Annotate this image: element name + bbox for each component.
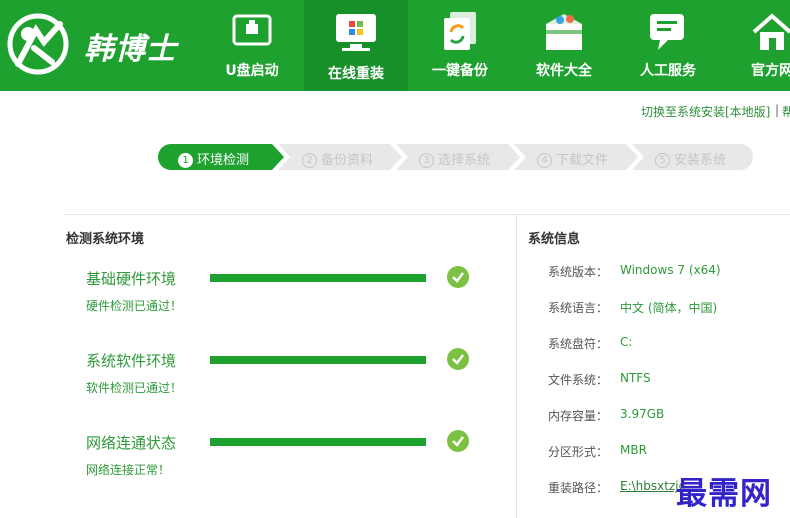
nav-backup[interactable]: 一键备份 [408,0,512,91]
chat-service-icon [650,14,684,50]
usb-drive-icon [232,14,272,46]
step-label: 安装系统 [674,153,727,168]
step-number: 2 [302,153,317,168]
step-number: 3 [419,153,434,168]
check-ok-icon [447,266,469,288]
step-1: 1 环境检测 [178,149,249,168]
info-value-memory: 3.97GB [620,407,665,421]
check-ok-icon [447,430,469,452]
software-box-icon [546,14,582,50]
step-number: 5 [655,153,670,168]
step-4: 4 下载文件 [537,149,608,168]
check-software-name: 系统软件环境 [86,352,177,370]
step-label: 备份资料 [321,153,374,168]
info-value-filesystem: NTFS [620,371,651,385]
progress-fill [210,356,426,364]
check-ok-icon [447,348,469,370]
app-name: 韩博士 [84,32,177,67]
step-5: 5 安装系统 [655,149,726,168]
nav-label: 官方网 [751,63,790,79]
nav-label: 在线重装 [328,66,384,82]
info-label: 分区形式： [548,445,609,459]
info-label: 系统版本： [548,265,609,279]
check-hardware-name: 基础硬件环境 [86,270,177,288]
nav-online-reinstall[interactable]: 在线重装 [304,0,408,91]
info-label: 重装路径： [548,481,609,495]
step-2: 2 备份资料 [302,149,373,168]
nav-label: 人工服务 [640,63,696,79]
switch-local-version-link[interactable]: 切换至系统安装[本地版] [641,103,770,120]
top-navigation-bar: 韩博士 U盘启动 在线重装 一键备份 软件大全 人工服务 官方网 [0,0,790,91]
check-network-status: 网络连接正常！ [86,463,171,477]
nav-official-site[interactable]: 官方网 [720,0,790,91]
check-hardware-status: 硬件检测已通过！ [86,299,183,313]
step-label: 下载文件 [556,153,609,168]
step-label: 环境检测 [197,153,250,168]
info-value-language: 中文 (简体，中国) [620,301,718,315]
progress-fill [210,438,426,446]
nav-label: U盘启动 [225,63,279,79]
step-label: 选择系统 [438,153,491,168]
help-link[interactable]: 帮 [782,103,790,120]
progress-steps: 1 环境检测 2 备份资料 3 选择系统 4 下载文件 5 安装系统 [158,144,758,170]
check-network-name: 网络连通状态 [86,434,177,452]
content-divider [64,214,790,215]
windows-monitor-icon [336,14,376,51]
nav-service[interactable]: 人工服务 [616,0,720,91]
info-value-os-version: Windows 7 (x64) [620,263,721,277]
panel-divider [516,214,517,518]
info-value-partition: MBR [620,443,647,457]
check-software-status: 软件检测已通过！ [86,381,183,395]
info-label: 系统语言： [548,301,609,315]
check-software-progress [210,356,426,364]
home-icon [752,13,790,50]
nav-label: 软件大全 [536,63,592,79]
watermark: 最需网 [676,476,772,512]
check-network-progress [210,438,426,446]
info-value-system-drive: C: [620,335,633,349]
link-separator: | [775,103,780,117]
progress-fill [210,274,426,282]
check-hardware-progress [210,274,426,282]
nav-usb-boot[interactable]: U盘启动 [200,0,304,91]
info-label: 文件系统： [548,373,609,387]
nav-software[interactable]: 软件大全 [512,0,616,91]
app-logo: 韩博士 [0,8,210,80]
step-3: 3 选择系统 [419,149,490,168]
sysinfo-panel-title: 系统信息 [528,232,581,247]
detect-panel-title: 检测系统环境 [66,232,145,247]
logo-mark-icon [7,13,69,75]
nav-label: 一键备份 [432,63,488,79]
info-label: 系统盘符： [548,337,609,351]
backup-copy-icon [444,12,476,50]
step-number: 4 [537,153,552,168]
step-number: 1 [178,153,193,168]
info-label: 内存容量： [548,409,609,423]
